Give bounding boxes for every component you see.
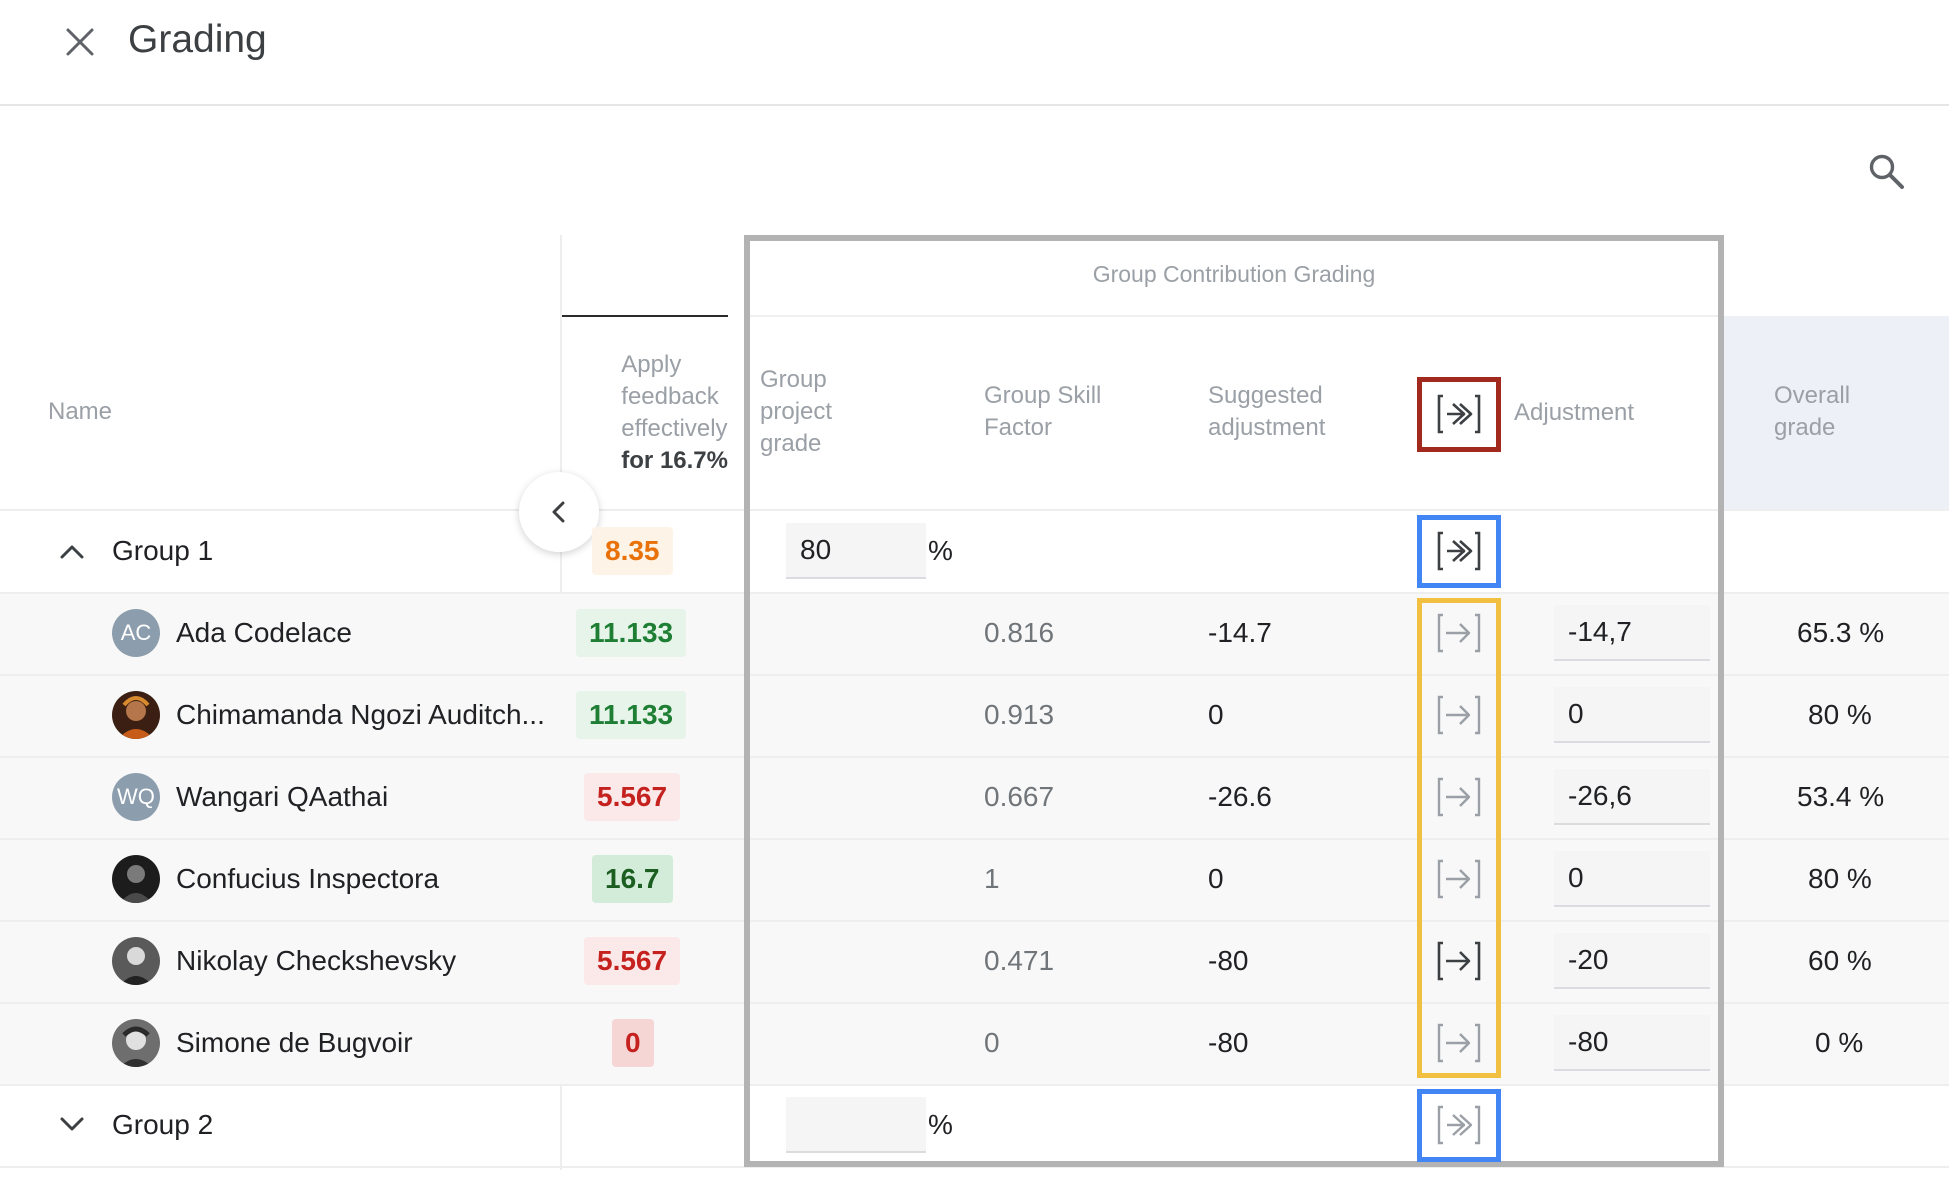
suggested-adjustment: 0 bbox=[1208, 699, 1224, 730]
suggested-adjustment: -14.7 bbox=[1208, 617, 1272, 648]
close-button[interactable] bbox=[56, 18, 104, 66]
highlight-box-blue bbox=[1417, 1089, 1501, 1162]
criterion-label-line: Apply bbox=[621, 351, 682, 378]
adjustment-input[interactable]: 0 bbox=[1554, 687, 1710, 743]
criterion-label-line: effectively bbox=[621, 415, 728, 442]
group-1-toggle[interactable] bbox=[52, 531, 92, 571]
highlight-box-red bbox=[1417, 377, 1501, 452]
chevron-left-icon bbox=[552, 501, 565, 523]
percent-symbol: % bbox=[928, 1109, 953, 1140]
score-badge: 11.133 bbox=[576, 609, 687, 657]
adjustment-input[interactable]: -20 bbox=[1554, 933, 1710, 989]
suggested-adjustment: -80 bbox=[1208, 1027, 1249, 1058]
group-2-project-grade-input[interactable] bbox=[786, 1097, 926, 1153]
suggested-adjustment: -80 bbox=[1208, 945, 1249, 976]
criterion-label-line: feedback bbox=[621, 383, 719, 410]
panel-title: Group Contribution Grading bbox=[1092, 261, 1376, 287]
column-header-name: Name bbox=[48, 398, 113, 425]
score-badge: 11.133 bbox=[576, 691, 687, 739]
group-skill-factor: 1 bbox=[984, 863, 1000, 894]
score-badge: 16.7 bbox=[592, 855, 673, 903]
group-skill-factor: 0.816 bbox=[984, 617, 1055, 648]
group-1-project-grade-input[interactable]: 80 bbox=[786, 523, 926, 579]
score-badge: 0 bbox=[612, 1019, 654, 1067]
group-skill-factor: 0 bbox=[984, 1027, 1000, 1058]
group-2-name: Group 2 bbox=[112, 1109, 214, 1140]
avatar bbox=[112, 1019, 160, 1067]
avatar bbox=[112, 937, 160, 985]
group-1-score-badge: 8.35 bbox=[592, 527, 673, 575]
overall-grade: 80 % bbox=[1808, 699, 1872, 730]
overall-grade: 53.4 % bbox=[1797, 781, 1885, 812]
student-name[interactable]: Nikolay Checkshevsky bbox=[176, 943, 456, 979]
student-name[interactable]: Wangari QAathai bbox=[176, 779, 388, 815]
adjustment-input[interactable]: -14,7 bbox=[1554, 605, 1710, 661]
avatar: WQ bbox=[112, 773, 160, 821]
chevron-down-icon bbox=[60, 1117, 84, 1131]
overall-grade: 0 % bbox=[1815, 1027, 1864, 1058]
percent-symbol: % bbox=[928, 535, 953, 566]
student-name[interactable]: Confucius Inspectora bbox=[176, 861, 439, 897]
highlight-box-yellow bbox=[1417, 598, 1501, 1078]
collapse-columns-button[interactable] bbox=[519, 472, 599, 552]
overall-grade: 65.3 % bbox=[1797, 617, 1885, 648]
adjustment-input[interactable]: -80 bbox=[1554, 1015, 1710, 1071]
suggested-adjustment: -26.6 bbox=[1208, 781, 1272, 812]
group-skill-factor: 0.667 bbox=[984, 781, 1055, 812]
group-skill-factor: 0.913 bbox=[984, 699, 1055, 730]
overall-grade: 60 % bbox=[1808, 945, 1872, 976]
highlight-box-blue bbox=[1417, 515, 1501, 588]
column-header-criterion: Apply feedback effectively for 16.7% bbox=[560, 349, 728, 479]
avatar bbox=[112, 855, 160, 903]
adjustment-input[interactable]: 0 bbox=[1554, 851, 1710, 907]
overall-grade: 80 % bbox=[1808, 863, 1872, 894]
header-bar bbox=[0, 0, 1949, 106]
score-badge: 5.567 bbox=[584, 937, 681, 985]
student-name[interactable]: Chimamanda Ngozi Auditch... bbox=[176, 697, 545, 733]
group-1-name: Group 1 bbox=[112, 535, 214, 566]
chevron-up-icon bbox=[60, 545, 84, 559]
adjustment-input[interactable]: -26,6 bbox=[1554, 769, 1710, 825]
page-title: Grading bbox=[128, 18, 267, 61]
close-icon bbox=[66, 28, 94, 56]
score-badge: 5.567 bbox=[584, 773, 681, 821]
suggested-adjustment: 0 bbox=[1208, 863, 1224, 894]
student-name[interactable]: Simone de Bugvoir bbox=[176, 1025, 413, 1061]
search-button[interactable] bbox=[1860, 145, 1912, 197]
group-2-toggle[interactable] bbox=[52, 1105, 92, 1145]
avatar bbox=[112, 691, 160, 739]
criterion-header-underline bbox=[562, 315, 728, 317]
panel-title-divider bbox=[750, 315, 1718, 317]
search-icon bbox=[1869, 154, 1904, 189]
criterion-weight: for 16.7% bbox=[621, 447, 728, 474]
avatar: AC bbox=[112, 609, 160, 657]
student-name[interactable]: Ada Codelace bbox=[176, 615, 352, 651]
column-header-overall-grade: Overall grade bbox=[1774, 382, 1851, 441]
group-skill-factor: 0.471 bbox=[984, 945, 1055, 976]
